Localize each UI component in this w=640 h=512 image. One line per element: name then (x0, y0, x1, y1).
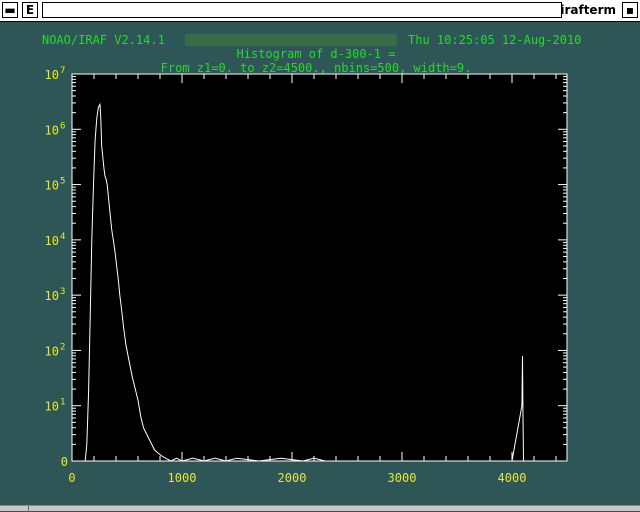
window-title: irafterm (560, 3, 616, 17)
plot-subtitle: From z1=0. to z2=4500., nbins=500, width… (161, 61, 472, 75)
x-tick-label: 4000 (498, 471, 527, 485)
y-tick-label: 10 (45, 289, 59, 303)
redacted-host (185, 34, 397, 46)
header-version: NOAO/IRAF V2.14.1 (42, 33, 165, 47)
y-tick-exponent: 4 (60, 232, 65, 242)
plot-area (71, 73, 568, 462)
window-titlebar[interactable]: ▬ E irafterm ▪ (0, 0, 640, 22)
window-menu-button[interactable]: ▬ (2, 2, 18, 18)
y-tick-exponent: 2 (60, 342, 65, 352)
header-timestamp: Thu 10:25:05 12-Aug-2010 (408, 33, 581, 47)
y-tick-label: 10 (45, 123, 59, 137)
close-button[interactable]: ▪ (622, 2, 638, 18)
y-tick-label: 10 (45, 344, 59, 358)
y-tick-label: 0 (61, 455, 68, 469)
y-tick-exponent: 7 (60, 66, 65, 76)
bottom-strip-divider (28, 506, 29, 512)
plot-title: Histogram of d-300-1 = (237, 47, 396, 61)
x-tick-label: 0 (68, 471, 75, 485)
y-tick-label: 10 (45, 68, 59, 82)
close-icon: ▪ (625, 3, 635, 17)
x-tick-label: 2000 (278, 471, 307, 485)
y-tick-label: 10 (45, 179, 59, 193)
e-button[interactable]: E (22, 2, 38, 18)
y-tick-exponent: 1 (60, 398, 65, 408)
bottom-scroll-strip[interactable] (0, 505, 640, 512)
window-menu-icon: ▬ (4, 3, 16, 17)
irafterm-window: ▬ E irafterm ▪ NOAO/IRAF V2.14.1 Thu 10:… (0, 0, 640, 512)
y-tick-label: 10 (45, 400, 59, 414)
y-tick-exponent: 3 (60, 287, 65, 297)
y-tick-label: 10 (45, 234, 59, 248)
x-tick-label: 3000 (388, 471, 417, 485)
y-tick-exponent: 6 (60, 121, 65, 131)
y-tick-exponent: 5 (60, 177, 65, 187)
titlebar-drag-area[interactable] (42, 2, 562, 18)
histogram-plot: NOAO/IRAF V2.14.1 Thu 10:25:05 12-Aug-20… (42, 33, 581, 485)
e-button-label: E (25, 3, 35, 17)
x-tick-label: 1000 (168, 471, 197, 485)
